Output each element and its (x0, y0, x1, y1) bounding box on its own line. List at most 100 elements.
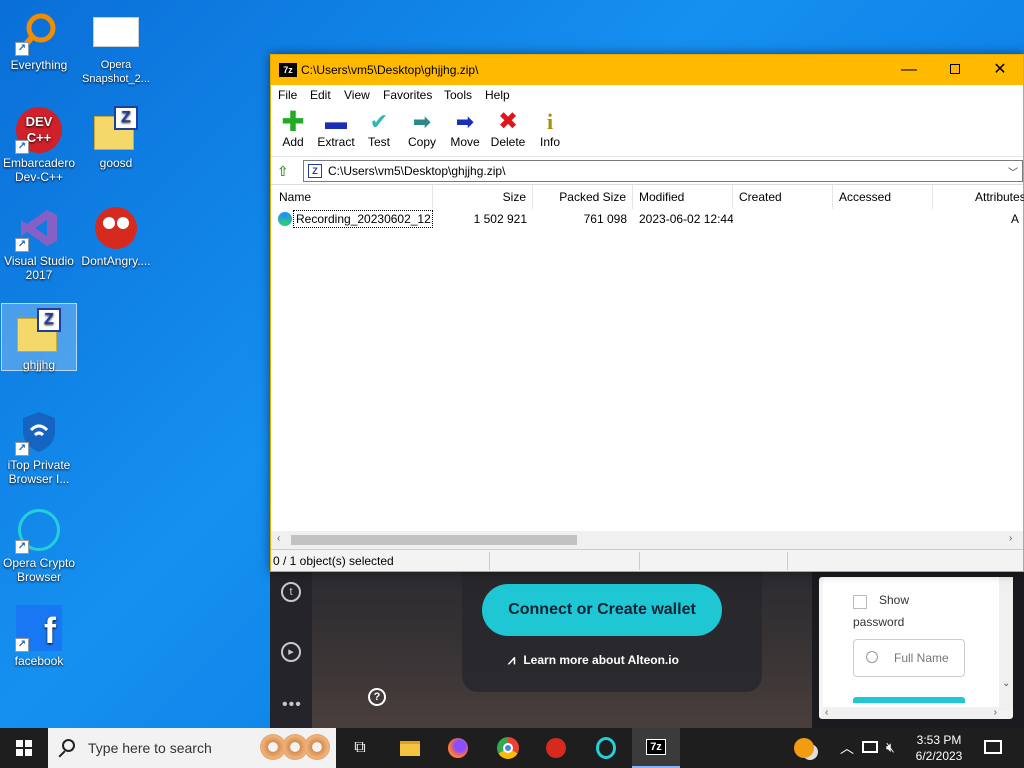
desktop-icon-ghjjhg[interactable]: Z ghjjhg (1, 303, 77, 372)
scrollbar-thumb[interactable] (291, 535, 577, 545)
firefox-button[interactable] (434, 728, 482, 768)
network-button[interactable] (860, 728, 880, 768)
weather-button[interactable] (790, 728, 820, 768)
close-button[interactable]: ✕ (977, 55, 1023, 85)
task-view-button[interactable]: ⧉ (336, 728, 384, 768)
shortcut-arrow-icon: ↗ (15, 638, 29, 652)
show-hidden-icons-button[interactable]: ︿ (838, 728, 854, 768)
extract-icon: ▬ (325, 109, 347, 134)
dontangry-icon (546, 738, 566, 758)
info-button[interactable]: i Info (527, 109, 573, 149)
signup-form: Show password Full Name (823, 577, 999, 711)
scroll-down-arrow-icon[interactable]: ⌄ (1002, 678, 1010, 689)
delete-icon: ✖ (497, 108, 519, 135)
submit-button[interactable] (853, 697, 965, 703)
firefox-icon (448, 738, 468, 758)
show-password-label: Show (879, 593, 910, 607)
copy-button[interactable]: ➡ Copy (399, 109, 445, 149)
taskbar: Type here to search ⧉ 7z ︿ 🔇︎ 3:53 PM 6/ (0, 728, 1024, 768)
scroll-right-arrow-icon[interactable]: › (1009, 533, 1012, 544)
menu-bar: File Edit View Favorites Tools Help (271, 85, 1023, 105)
maximize-button[interactable] (932, 55, 978, 85)
column-header-attributes[interactable]: Attributes (969, 185, 1024, 209)
desktop-icon-goosd[interactable]: Z goosd (78, 102, 154, 170)
more-icon[interactable]: ••• (282, 696, 302, 714)
dontangry-icon (92, 204, 140, 252)
desktop-icon-dontangry[interactable]: DontAngry.... (78, 200, 154, 268)
column-header-name[interactable]: Name (273, 185, 433, 209)
file-explorer-button[interactable] (386, 728, 434, 768)
notifications-button[interactable] (978, 728, 1008, 768)
desktop-icon-visual-studio[interactable]: ↗ Visual Studio 2017 (1, 200, 77, 282)
test-button[interactable]: ✔ Test (356, 109, 402, 149)
learn-more-link[interactable]: ⩘ Learn more about Alteon.io (508, 652, 679, 668)
scroll-left-arrow-icon[interactable]: ‹ (825, 707, 828, 718)
menu-help[interactable]: Help (485, 88, 510, 102)
menu-favorites[interactable]: Favorites (383, 88, 432, 102)
form-horizontal-scrollbar[interactable]: ‹ › (823, 707, 999, 719)
desktop-icon-opera-crypto[interactable]: ↗ Opera Crypto Browser (1, 502, 77, 584)
dontangry-taskbar-button[interactable] (532, 728, 580, 768)
file-name[interactable]: Recording_20230602_12... (293, 210, 433, 228)
desktop-icon-opera-snapshot[interactable]: Opera Snapshot_2... (78, 4, 154, 86)
7zip-taskbar-button[interactable]: 7z (632, 728, 680, 768)
file-size: 1 502 921 (473, 212, 527, 226)
column-header-accessed[interactable]: Accessed (833, 185, 933, 209)
minimize-button[interactable]: — (886, 55, 932, 85)
chevron-down-icon[interactable]: ﹀ (1008, 164, 1018, 179)
title-bar[interactable]: 7z C:\Users\vm5\Desktop\ghjjhg.zip\ — ✕ (271, 55, 1023, 85)
menu-edit[interactable]: Edit (310, 88, 331, 102)
add-icon: ✚ (281, 106, 305, 137)
column-header-modified[interactable]: Modified (633, 185, 733, 209)
delete-button[interactable]: ✖ Delete (485, 108, 531, 150)
volume-button[interactable]: 🔇︎ (884, 728, 904, 768)
horizontal-scrollbar[interactable]: ‹ › (271, 531, 1023, 549)
network-icon (862, 741, 878, 753)
start-button[interactable] (0, 728, 48, 768)
clock[interactable]: 3:53 PM 6/2/2023 (908, 732, 970, 764)
shortcut-arrow-icon: ↗ (15, 238, 29, 252)
show-password-checkbox[interactable] (853, 595, 867, 609)
opera-crypto-taskbar-button[interactable] (582, 728, 630, 768)
help-icon[interactable]: ? (368, 688, 386, 706)
7zip-app-icon[interactable]: 7z (279, 63, 297, 77)
wallet-panel: Connect or Create wallet ⩘ Learn more abo… (462, 570, 762, 692)
image-file-icon (92, 8, 140, 56)
scroll-left-arrow-icon[interactable]: ‹ (277, 533, 280, 544)
move-icon: ➡ (455, 109, 475, 134)
desktop-icon-everything[interactable]: ↗ Everything (1, 4, 77, 72)
file-accessed (833, 209, 933, 229)
column-header-size[interactable]: Size (433, 185, 533, 209)
signup-form-frame: Show password Full Name ⌄ ‹ › (816, 574, 1016, 722)
full-name-input[interactable]: Full Name (853, 639, 965, 677)
column-header-created[interactable]: Created (733, 185, 833, 209)
desktop-icon-label: Opera Crypto Browser (2, 556, 76, 584)
menu-tools[interactable]: Tools (444, 88, 472, 102)
volume-muted-icon: 🔇︎ (886, 739, 895, 755)
scroll-right-arrow-icon[interactable]: › (994, 707, 997, 718)
archive-icon: Z (308, 164, 322, 178)
address-field[interactable]: Z C:\Users\vm5\Desktop\ghjjhg.zip\ ﹀ (303, 160, 1023, 182)
desktop-icon-label: facebook (14, 654, 64, 668)
form-vertical-scrollbar[interactable]: ⌄ (999, 577, 1013, 711)
player-icon[interactable]: ▸ (281, 642, 301, 662)
connect-wallet-button[interactable]: Connect or Create wallet (482, 584, 722, 636)
extract-button[interactable]: ▬ Extract (313, 109, 359, 149)
menu-file[interactable]: File (278, 88, 297, 102)
opera-crypto-icon: ↗ (15, 506, 63, 554)
browser-content: Connect or Create wallet ⩘ Learn more abo… (312, 570, 812, 728)
windows-logo-icon (16, 740, 32, 756)
menu-view[interactable]: View (344, 88, 370, 102)
desktop-icon-devcpp[interactable]: DEV C++ ↗ Embarcadero Dev-C++ (1, 102, 77, 184)
folder-icon (400, 740, 420, 756)
column-header-packed-size[interactable]: Packed Size (533, 185, 633, 209)
folder-up-icon[interactable]: ⇧ (277, 163, 293, 179)
add-button[interactable]: ✚ Add (270, 106, 316, 150)
taskbar-search[interactable]: Type here to search (48, 728, 336, 768)
move-button[interactable]: ➡ Move (442, 109, 488, 149)
table-row[interactable]: Recording_20230602_12... 1 502 921 761 0… (271, 209, 1023, 229)
twitter-icon[interactable]: t (281, 582, 301, 602)
chrome-button[interactable] (484, 728, 532, 768)
desktop-icon-facebook[interactable]: f ↗ facebook (1, 600, 77, 668)
desktop-icon-itop[interactable]: ↗ iTop Private Browser I... (1, 404, 77, 486)
